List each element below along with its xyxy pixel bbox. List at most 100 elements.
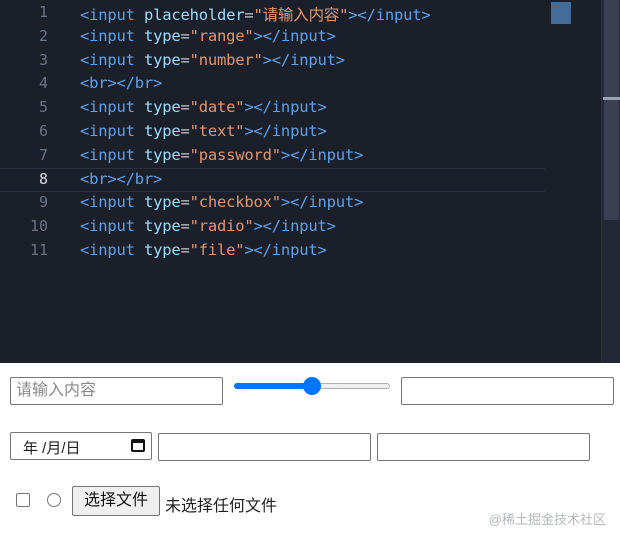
input-placeholder: 请输入内容 (16, 382, 97, 399)
code-token-punc: = (180, 217, 190, 236)
code-text: <input type="radio"></input> (80, 217, 336, 235)
code-token-punc: = (244, 6, 254, 24)
code-token-punc (135, 6, 144, 24)
code-token-str: "text" (189, 122, 245, 140)
password-input[interactable] (377, 433, 590, 461)
code-token-tag: <input (80, 193, 135, 212)
line-number: 10 (29, 217, 48, 236)
file-status-text: 未选择任何文件 (165, 498, 278, 515)
line-number: 4 (38, 74, 48, 93)
code-token-tag: <input (80, 241, 135, 259)
calendar-icon[interactable] (131, 439, 145, 452)
code-text: <br></br> (80, 74, 162, 92)
editor-scrollbar[interactable] (601, 0, 620, 363)
code-token-attr: type (143, 26, 181, 45)
code-token-tag: ></input> (244, 122, 327, 140)
code-text: <input type="file"></input> (80, 241, 327, 259)
code-line[interactable]: 9 <input type="checkbox"></input> (0, 191, 545, 215)
line-number: 3 (38, 50, 48, 69)
choose-file-button[interactable]: 选择文件 (72, 486, 160, 516)
range-slider[interactable] (232, 375, 392, 397)
range-thumb[interactable] (303, 377, 321, 395)
code-line[interactable]: 7 <input type="password"></input> (0, 144, 545, 168)
code-token-punc: = (180, 193, 190, 212)
code-line[interactable]: 10 <input type="radio"></input> (0, 215, 545, 239)
line-number: 7 (38, 145, 48, 164)
text-input-with-placeholder[interactable]: 请输入内容 (10, 377, 223, 405)
code-token-tag: ></input> (253, 217, 336, 236)
code-line[interactable]: 3 <input type="number"></input> (0, 49, 545, 73)
code-token-str: "number" (189, 50, 263, 69)
code-token-attr: type (143, 50, 181, 69)
code-token-punc: = (180, 26, 190, 45)
code-token-punc: = (180, 98, 190, 117)
code-token-tag: <input (80, 217, 135, 236)
code-token-tag: <input (80, 122, 135, 140)
checkbox[interactable] (16, 493, 30, 507)
code-token-tag: <input (80, 50, 135, 69)
scrollbar-cursor-marker (603, 97, 620, 100)
line-number: 5 (38, 98, 48, 117)
code-token-tag: <input (80, 98, 135, 117)
code-token-tag: <input (80, 26, 135, 45)
code-token-attr: type (143, 122, 181, 140)
minimap[interactable] (551, 2, 595, 24)
code-token-attr: type (143, 193, 181, 212)
code-token-tag: ></input> (244, 241, 327, 259)
range-fill (234, 383, 312, 389)
code-line[interactable]: 5 <input type="date"></input> (0, 96, 545, 120)
number-input[interactable] (401, 377, 614, 405)
code-token-punc (135, 27, 144, 45)
code-token-tag: <br></br> (80, 169, 163, 188)
line-number: 8 (38, 169, 48, 188)
code-token-punc (135, 51, 144, 69)
code-line[interactable]: 8 <br></br> (0, 167, 545, 192)
code-token-tag: ></input> (280, 193, 364, 212)
code-token-punc (135, 217, 144, 235)
line-number: 6 (38, 122, 48, 140)
line-number: 2 (38, 26, 48, 45)
code-token-str: "password" (189, 145, 282, 164)
code-token-attr: type (143, 217, 181, 236)
code-text: <input placeholder="请输入内容"></input> (80, 3, 431, 25)
code-token-tag: ></input> (280, 145, 364, 164)
code-text: <input type="password"></input> (80, 146, 363, 164)
code-line[interactable]: 4 <br></br> (0, 72, 545, 96)
code-token-punc: = (180, 145, 190, 164)
code-text: <input type="checkbox"></input> (80, 193, 363, 211)
date-input[interactable]: 年 /月/日 (10, 432, 152, 460)
line-number: 9 (38, 193, 48, 212)
code-token-attr: placeholder (143, 6, 245, 24)
code-editor[interactable]: 1 <input placeholder="请输入内容"></input> 2 <in… (0, 0, 620, 363)
code-token-punc: = (180, 241, 190, 259)
code-line[interactable]: 11 <input type="file"></input> (0, 239, 545, 263)
code-token-attr: type (143, 241, 181, 259)
code-text: <input type="number"></input> (80, 51, 345, 69)
code-line[interactable]: 6 <input type="text"></input> (0, 120, 545, 144)
code-token-tag: ></input> (244, 98, 327, 117)
code-token-punc: = (180, 50, 190, 69)
line-number: 11 (29, 241, 48, 259)
text-input[interactable] (158, 433, 371, 461)
code-token-tag: <input (80, 145, 135, 164)
code-token-tag: ></input> (253, 26, 336, 45)
code-token-punc (135, 98, 144, 116)
code-token-punc (135, 241, 144, 259)
code-token-punc (135, 122, 144, 140)
code-token-punc: = (180, 122, 190, 140)
scrollbar-thumb[interactable] (604, 0, 619, 220)
watermark: @稀土掘金技术社区 (488, 512, 606, 527)
code-text: <input type="date"></input> (80, 98, 327, 116)
code-line[interactable]: 1 <input placeholder="请输入内容"></input> (0, 1, 545, 25)
code-token-punc (135, 146, 144, 164)
code-token-str: "checkbox" (189, 193, 282, 212)
code-text: <br></br> (80, 170, 162, 188)
code-token-str: "date" (189, 98, 245, 117)
code-line[interactable]: 2 <input type="range"></input> (0, 25, 545, 49)
code-token-tag: ></input> (348, 6, 431, 24)
line-number: 1 (38, 3, 48, 21)
code-text: <input type="text"></input> (80, 122, 327, 140)
code-token-tag: ></input> (262, 50, 345, 69)
radio-button[interactable] (47, 493, 61, 507)
code-token-tag: <br></br> (80, 74, 163, 93)
